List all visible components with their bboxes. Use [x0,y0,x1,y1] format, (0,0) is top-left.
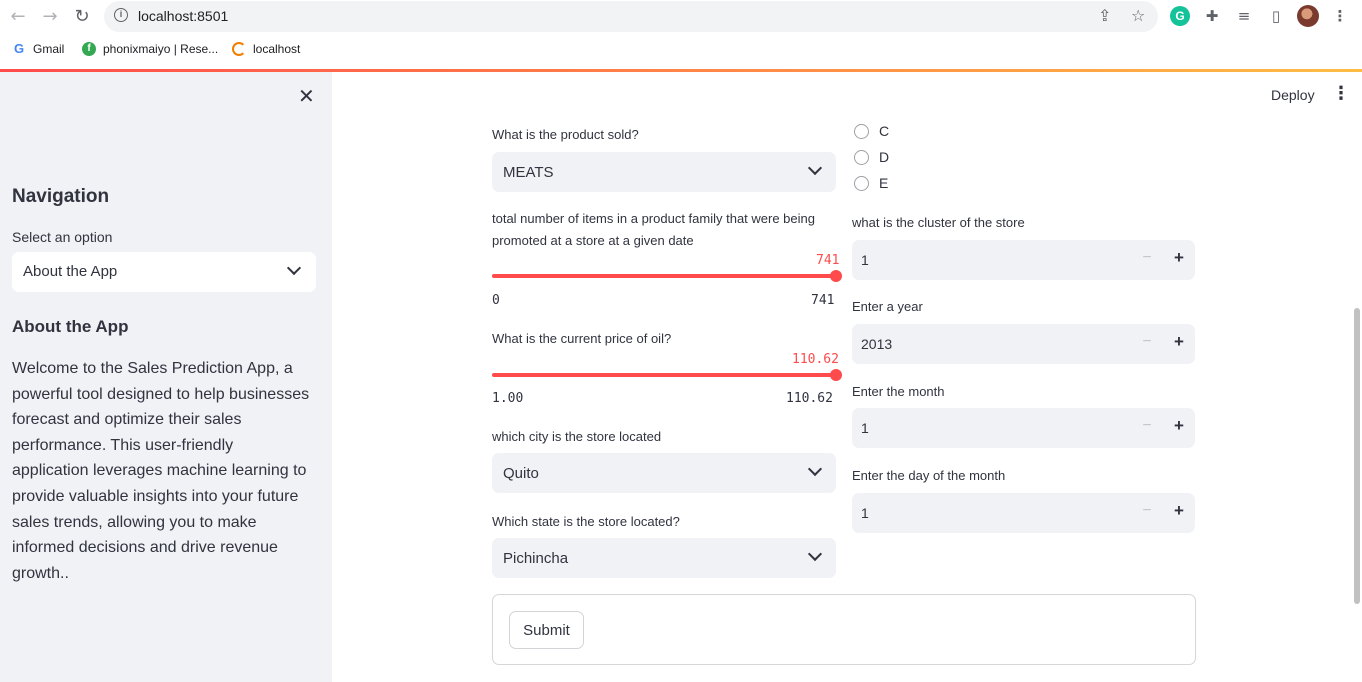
side-panel-icon[interactable]: ▯ [1266,6,1286,26]
promo-slider-min: 0 [492,293,500,308]
bookmark-phonixmaiyo[interactable]: f phonixmaiyo | Rese... [82,42,218,56]
oil-slider-value: 110.62 [792,352,839,367]
promo-slider-track[interactable] [492,274,836,278]
extensions-puzzle-icon[interactable]: ✚ [1202,6,1222,26]
promo-slider-thumb[interactable] [830,270,842,282]
city-select[interactable]: Quito [492,453,836,493]
bookmark-label: localhost [253,42,301,56]
submit-button[interactable]: Submit [509,611,584,649]
promo-slider-max: 741 [811,293,835,308]
researchgate-icon: f [82,42,96,56]
state-select[interactable]: Pichincha [492,538,836,578]
back-icon[interactable]: ← [6,5,30,29]
submit-form-container: Submit [492,594,1196,665]
bookmark-label: Gmail [33,42,65,56]
state-select-value: Pichincha [503,550,569,567]
close-sidebar-icon[interactable]: ✕ [298,86,315,106]
decrement-button[interactable]: − [1136,417,1158,435]
address-bar[interactable]: i localhost:8501 ⇪ ☆ [104,1,1158,32]
day-number-input[interactable]: 1 − + [852,493,1195,533]
month-label: Enter the month [852,384,945,399]
about-heading: About the App [12,317,129,336]
product-select-value: MEATS [503,164,554,181]
city-label: which city is the store located [492,429,662,444]
navigation-select[interactable]: About the App [12,252,316,292]
site-info-icon[interactable]: i [114,8,128,22]
state-label: Which state is the store located? [492,514,680,529]
decrement-button[interactable]: − [1136,249,1158,267]
google-icon: G [12,41,26,56]
oil-slider-thumb[interactable] [830,369,842,381]
increment-button[interactable]: + [1168,501,1190,521]
oil-slider-min: 1.00 [492,391,524,406]
decrement-button[interactable]: − [1136,502,1158,520]
navigation-heading: Navigation [12,186,110,207]
radio-label: E [879,175,889,191]
page-scrollbar[interactable] [1354,308,1360,604]
radio-label: C [879,123,890,139]
oil-slider-track[interactable] [492,373,836,377]
day-label: Enter the day of the month [852,468,1006,483]
year-label: Enter a year [852,299,923,314]
chevron-down-icon [807,160,823,176]
radio-circle-icon [854,149,869,165]
store-type-radio-c[interactable]: C [854,123,889,139]
deploy-button[interactable]: Deploy [1271,87,1315,103]
cluster-input-value: 1 [861,252,869,268]
localhost-icon [232,42,246,56]
url-text: localhost:8501 [138,8,229,24]
radio-circle-icon [854,123,869,139]
promo-label: total number of items in a product famil… [492,211,815,248]
year-input-value: 2013 [861,336,893,352]
browser-toolbar: ← → ↻ i localhost:8501 ⇪ ☆ G ✚ ≡ ▯ ⋮ [0,0,1362,34]
bookmark-label: phonixmaiyo | Rese... [103,42,219,56]
decrement-button[interactable]: − [1136,333,1158,351]
about-text: Welcome to the Sales Prediction App, a p… [12,360,310,582]
forward-icon[interactable]: → [38,5,62,29]
oil-slider-max: 110.62 [786,391,833,406]
grammarly-extension-icon[interactable]: G [1170,6,1190,26]
year-number-input[interactable]: 2013 − + [852,324,1195,364]
product-label: What is the product sold? [492,127,639,142]
main-menu-icon[interactable]: ⋮ [1332,85,1350,103]
bookmark-localhost[interactable]: localhost [232,42,300,56]
store-type-radio-d[interactable]: D [854,149,889,165]
navigation-select-value: About the App [23,263,118,280]
media-queue-icon[interactable]: ≡ [1234,6,1254,26]
increment-button[interactable]: + [1168,332,1190,352]
chevron-down-icon [286,260,302,276]
select-label: Select an option [12,229,113,245]
sidebar: ✕ Navigation Select an option About the … [0,72,332,682]
month-input-value: 1 [861,420,869,436]
oil-label: What is the current price of oil? [492,331,672,346]
bookmarks-bar: G Gmail f phonixmaiyo | Rese... localhos… [0,38,1362,64]
increment-button[interactable]: + [1168,416,1190,436]
chevron-down-icon [807,461,823,477]
profile-avatar[interactable] [1297,5,1319,27]
store-type-radio-e[interactable]: E [854,175,888,191]
radio-circle-icon [854,175,869,191]
radio-label: D [879,149,890,165]
promo-slider-value: 741 [816,253,840,268]
browser-menu-icon[interactable]: ⋮ [1330,6,1350,26]
day-input-value: 1 [861,505,869,521]
bookmark-gmail[interactable]: G Gmail [12,42,64,56]
cluster-number-input[interactable]: 1 − + [852,240,1195,280]
city-select-value: Quito [503,465,539,482]
cluster-label: what is the cluster of the store [852,215,1025,230]
chevron-down-icon [807,546,823,562]
reload-icon[interactable]: ↻ [70,5,94,29]
product-select[interactable]: MEATS [492,152,836,192]
month-number-input[interactable]: 1 − + [852,408,1195,448]
share-icon[interactable]: ⇪ [1098,6,1111,25]
bookmark-star-icon[interactable]: ☆ [1131,6,1145,25]
increment-button[interactable]: + [1168,248,1190,268]
